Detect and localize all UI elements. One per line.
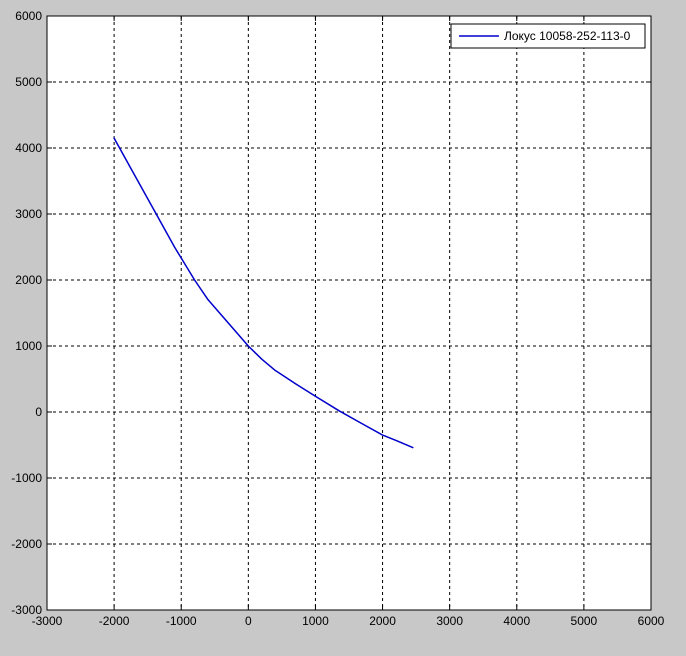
legend: Локус 10058-252-113-0: [450, 23, 646, 49]
x-tick-label: -2000: [99, 614, 130, 628]
x-tick-label: -1000: [166, 614, 197, 628]
y-tick-label: 0: [35, 405, 42, 419]
line-chart: -3000 -2000 -1000 0 1000 2000 3000 4000 5000 6000…: [11, 9, 665, 628]
x-tick-label: 1000: [302, 614, 329, 628]
figure: -3000 -2000 -1000 0 1000 2000 3000 4000 5000 6000…: [0, 0, 686, 656]
x-tick-label: 5000: [571, 614, 598, 628]
y-tick-label: 1000: [15, 339, 42, 353]
y-tick-label: 5000: [15, 75, 42, 89]
x-tick-label: 3000: [436, 614, 463, 628]
y-tick-label: -1000: [11, 471, 42, 485]
x-tick-label: 0: [245, 614, 252, 628]
y-tick-label: 2000: [15, 273, 42, 287]
y-tick-label: -2000: [11, 537, 42, 551]
legend-label: Локус 10058-252-113-0: [504, 29, 631, 43]
x-tick-label: 6000: [638, 614, 665, 628]
y-tick-label: -3000: [11, 603, 42, 617]
plot-area: [47, 16, 651, 610]
x-tick-label: 4000: [503, 614, 530, 628]
y-tick-label: 3000: [15, 207, 42, 221]
x-tick-label: 2000: [369, 614, 396, 628]
y-tick-label: 6000: [15, 9, 42, 23]
y-tick-label: 4000: [15, 141, 42, 155]
